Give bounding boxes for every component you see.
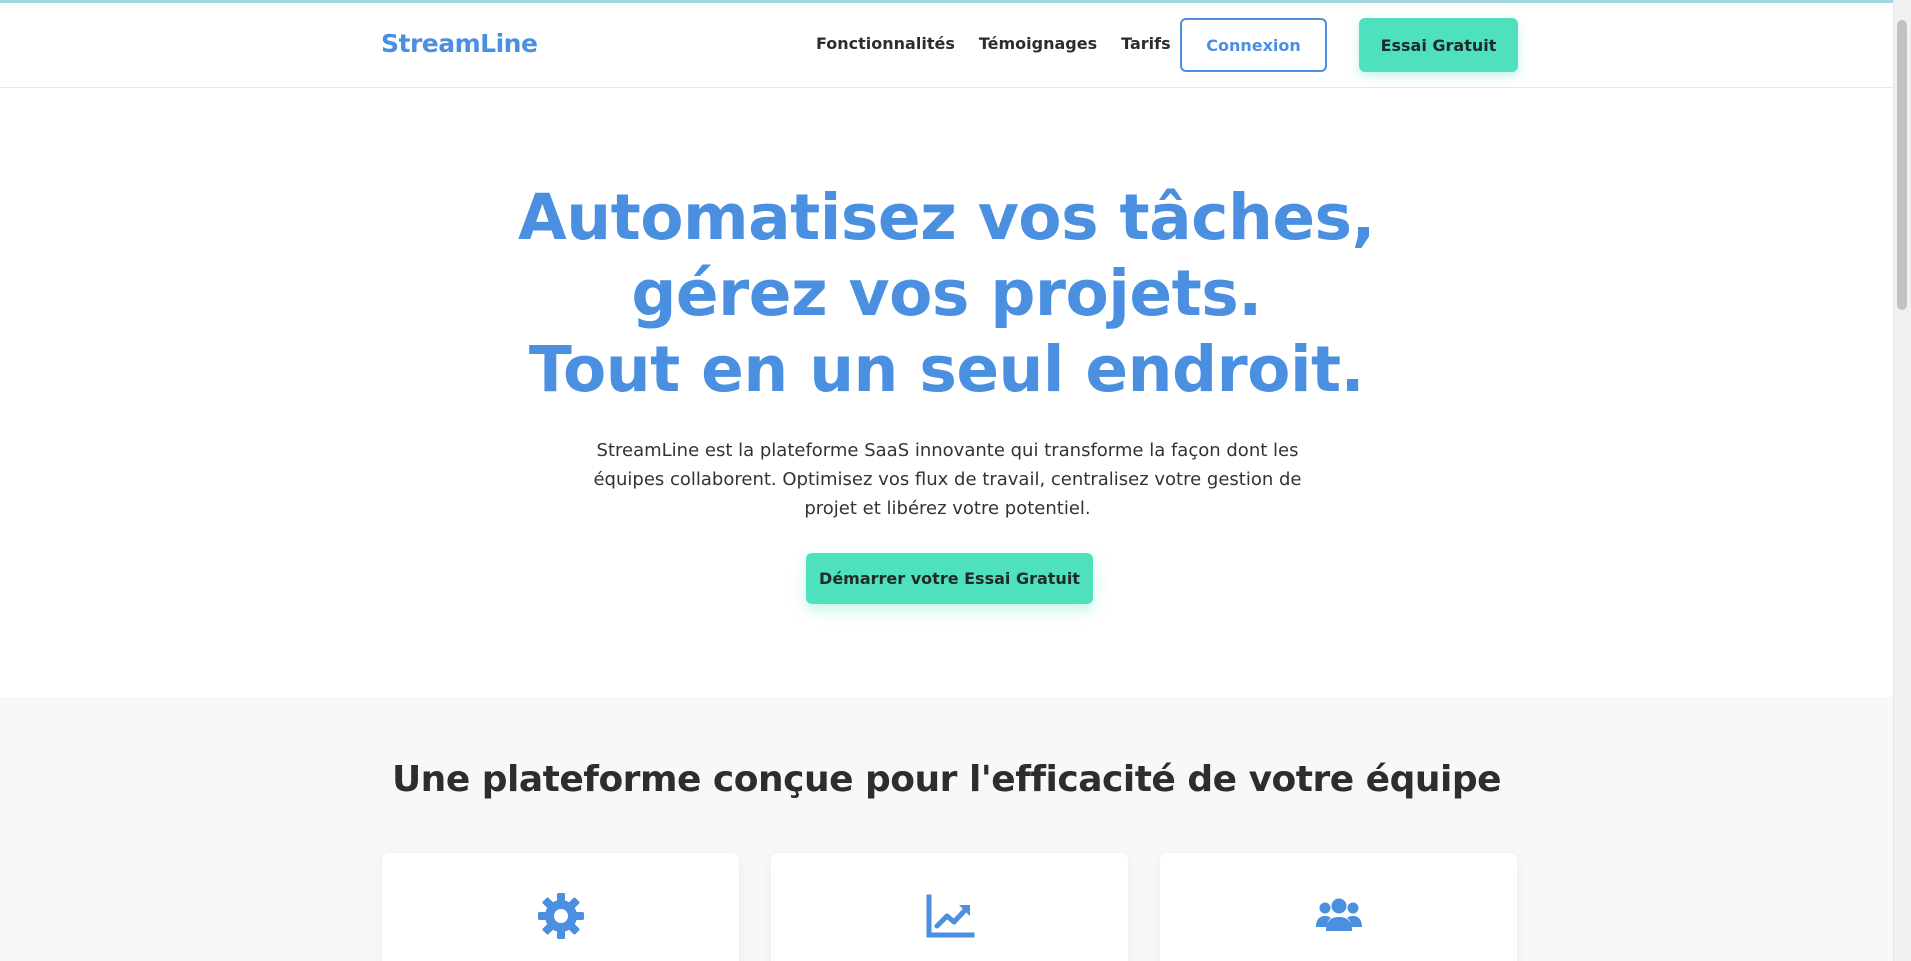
chart-line-icon — [926, 894, 974, 938]
start-trial-button[interactable]: Démarrer votre Essai Gratuit — [806, 553, 1093, 604]
scrollbar-thumb[interactable] — [1897, 20, 1907, 310]
scrollbar[interactable] — [1893, 0, 1911, 961]
users-icon — [1315, 898, 1362, 931]
hero-title: Automatisez vos tâches, gérez vos projet… — [0, 180, 1893, 408]
hero-title-line-1: Automatisez vos tâches, — [518, 181, 1375, 254]
feature-card-automation — [382, 853, 739, 961]
features-section: Une plateforme conçue pour l'efficacité … — [0, 697, 1893, 961]
gear-icon — [537, 893, 584, 939]
site-header: StreamLine Fonctionnalités Témoignages T… — [0, 3, 1893, 88]
logo[interactable]: StreamLine — [381, 29, 538, 58]
feature-card-analytics — [771, 853, 1128, 961]
free-trial-button[interactable]: Essai Gratuit — [1359, 18, 1518, 72]
nav-link-testimonials[interactable]: Témoignages — [979, 34, 1097, 53]
login-button[interactable]: Connexion — [1180, 18, 1327, 72]
features-title: Une plateforme conçue pour l'efficacité … — [391, 759, 1502, 800]
nav-link-features[interactable]: Fonctionnalités — [816, 34, 955, 53]
hero-title-line-2: gérez vos projets. — [631, 257, 1262, 330]
hero-title-line-3: Tout en un seul endroit. — [528, 333, 1365, 406]
nav-link-pricing[interactable]: Tarifs — [1121, 34, 1171, 53]
main-nav: Fonctionnalités Témoignages Tarifs — [816, 34, 1171, 53]
hero-description: StreamLine est la plateforme SaaS innova… — [593, 440, 1302, 519]
feature-card-collaboration — [1160, 853, 1517, 961]
